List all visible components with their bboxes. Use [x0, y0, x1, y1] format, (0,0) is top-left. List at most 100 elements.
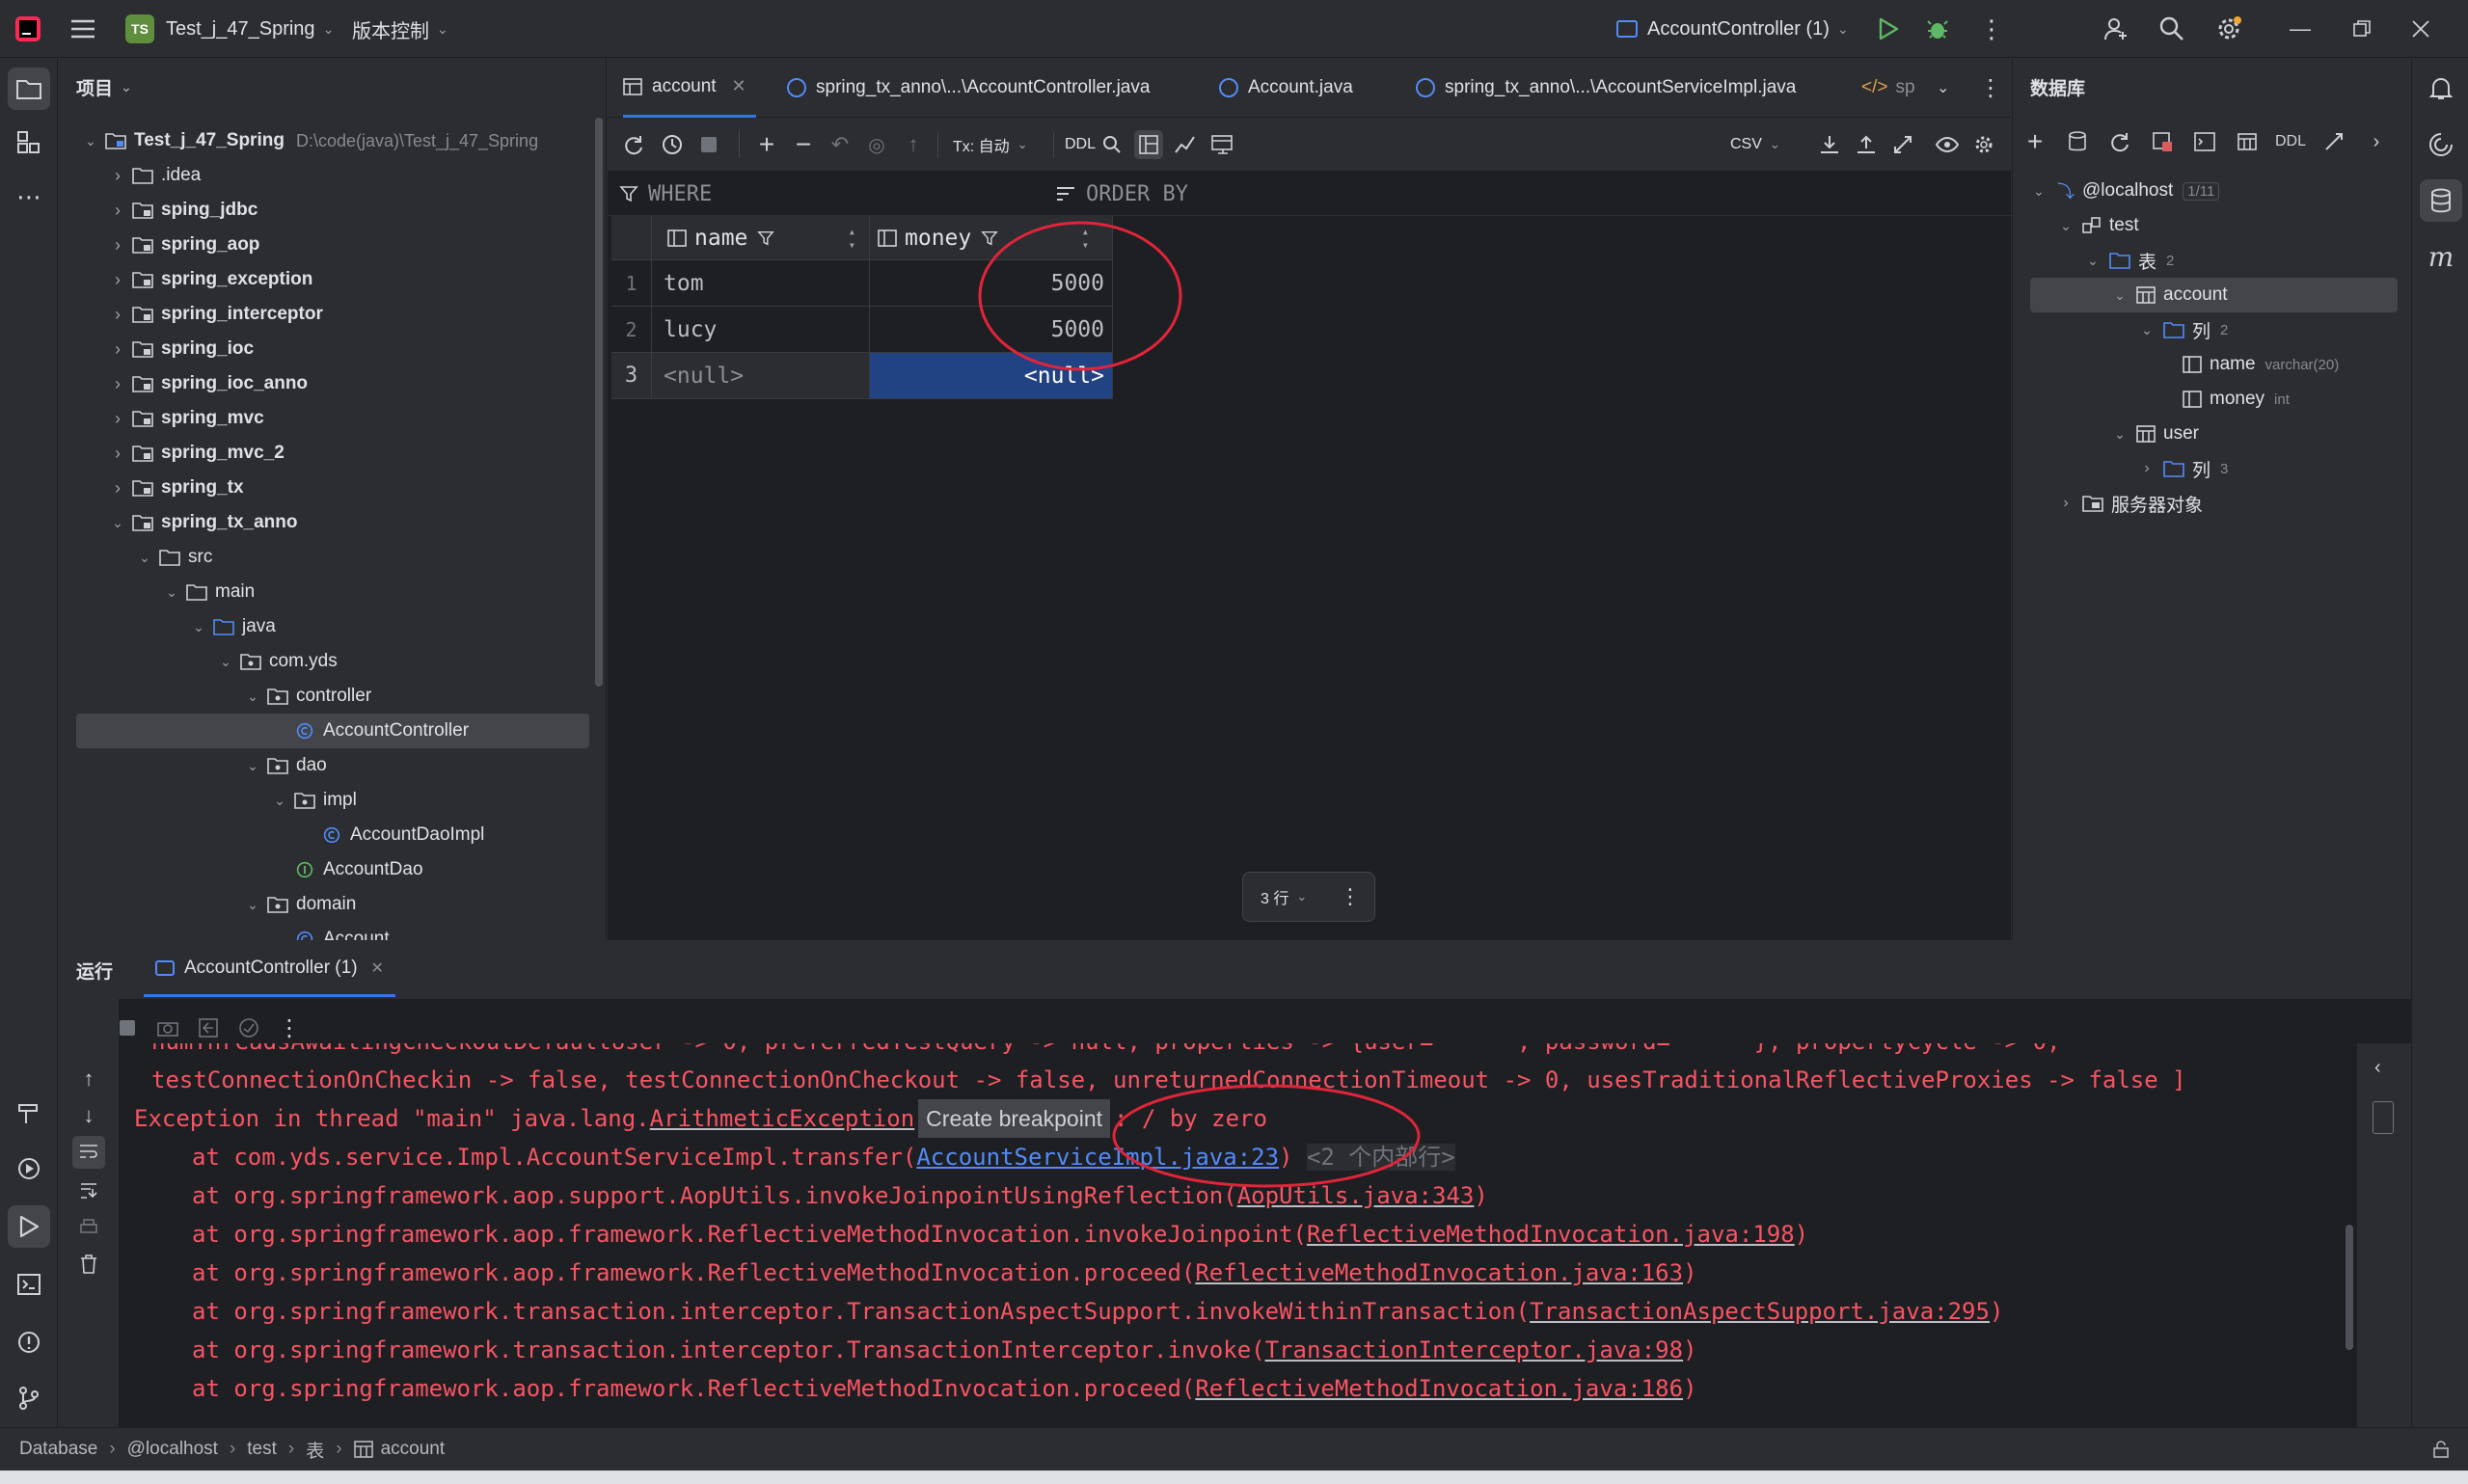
search-icon[interactable] — [1098, 130, 1126, 159]
layout-icon[interactable] — [1207, 130, 1236, 159]
ai-assistant-icon[interactable] — [2420, 123, 2462, 166]
upload-icon[interactable] — [1852, 130, 1881, 159]
run-tab[interactable]: AccountController (1) ✕ — [144, 941, 395, 997]
main-menu-icon[interactable] — [69, 0, 96, 58]
tree-item-controller[interactable]: ⌄ controller — [76, 679, 589, 714]
services-icon[interactable] — [8, 1147, 50, 1190]
chevron-right-icon[interactable]: › — [2362, 127, 2391, 156]
source-link[interactable]: TransactionInterceptor.java:98 — [1265, 1336, 1683, 1363]
tab-list-chevron-icon[interactable]: ⌄ — [1937, 58, 1949, 118]
tx-mode-dropdown[interactable]: Tx: 自动 ⌄ — [953, 118, 1028, 172]
tree-item-idea[interactable]: › .idea — [76, 158, 589, 193]
db-table-user[interactable]: ⌄ user — [2030, 417, 2398, 451]
tree-item-main[interactable]: ⌄ main — [76, 575, 589, 609]
tree-item-impl[interactable]: ⌄ impl — [76, 783, 589, 818]
notifications-icon[interactable] — [2420, 67, 2462, 110]
close-tab-icon[interactable]: ✕ — [732, 76, 746, 96]
breadcrumb-tables[interactable]: 表 — [306, 1437, 324, 1463]
chevron-left-icon[interactable]: ‹ — [2374, 1057, 2381, 1079]
db-tables-folder[interactable]: ⌄ 表 2 — [2030, 243, 2398, 278]
problems-icon[interactable] — [8, 1321, 50, 1363]
restore-layout-icon[interactable] — [194, 1013, 223, 1042]
tree-item-spring-exception[interactable]: › spring_exception — [76, 262, 589, 297]
tab-account-java[interactable]: Account.java — [1219, 58, 1353, 118]
add-row-icon[interactable]: + — [752, 129, 781, 159]
vcs-menu[interactable]: 版本控制 ⌄ — [352, 0, 448, 58]
more-icon[interactable]: ⋮ — [1340, 884, 1361, 909]
print-icon[interactable] — [74, 1213, 103, 1242]
export-format-dropdown[interactable]: CSV ⌄ — [1730, 118, 1780, 172]
filter-icon[interactable] — [757, 229, 775, 247]
ddl-button[interactable]: DDL — [1065, 118, 1096, 172]
cell-name[interactable]: tom — [652, 260, 870, 307]
fold-chevron-icon[interactable]: › — [119, 1138, 120, 1176]
column-header-name[interactable]: name ▴ ▾ — [652, 216, 870, 260]
view-mode-icon[interactable] — [1134, 130, 1163, 159]
tab-account-controller[interactable]: spring_tx_anno\...\AccountController.jav… — [787, 58, 1150, 118]
sort-icon[interactable]: ▴ ▾ — [849, 225, 855, 252]
grid-settings-gear-icon[interactable] — [1969, 130, 1998, 159]
camera-icon[interactable] — [153, 1013, 182, 1042]
revert-icon[interactable]: ↶ — [826, 130, 854, 159]
debug-icon[interactable] — [1925, 0, 1950, 58]
tree-item-account[interactable]: Account — [76, 922, 589, 940]
tree-item-root[interactable]: ⌄ Test_j_47_Spring D:\code(java)\Test_j_… — [76, 123, 589, 158]
build-hammer-icon[interactable] — [8, 1092, 50, 1134]
database-tool-icon[interactable] — [2420, 179, 2462, 222]
minimize-icon[interactable]: — — [2290, 0, 2311, 58]
tab-overflow[interactable]: </> sp — [1861, 58, 1915, 118]
db-column-money[interactable]: money int — [2030, 382, 2398, 417]
order-by-filter[interactable]: ORDER BY — [1055, 172, 1188, 216]
db-user-columns[interactable]: › 列 3 — [2030, 451, 2398, 486]
console-scrollbar[interactable] — [2346, 1225, 2353, 1350]
data-source-icon[interactable] — [2063, 127, 2092, 156]
project-tool-icon[interactable] — [8, 67, 50, 110]
where-filter[interactable]: WHERE — [619, 172, 712, 216]
tree-item-spring-mvc-2[interactable]: › spring_mvc_2 — [76, 436, 589, 471]
close-tab-icon[interactable]: ✕ — [371, 958, 384, 978]
scroll-to-end-icon[interactable] — [74, 1176, 103, 1205]
stop-icon[interactable] — [694, 130, 723, 159]
breadcrumb-host[interactable]: @localhost — [127, 1439, 218, 1460]
maven-icon[interactable]: m — [2420, 235, 2462, 278]
cell-name[interactable]: <null> — [652, 353, 870, 399]
tree-item-com-yds[interactable]: ⌄ com.yds — [76, 644, 589, 679]
soft-wrap-icon[interactable] — [72, 1136, 105, 1169]
chevron-down-icon[interactable]: ⌄ — [1296, 889, 1307, 904]
jump-icon[interactable] — [2319, 127, 2348, 156]
settings-gear-icon[interactable] — [2214, 0, 2243, 58]
tab-account-service-impl[interactable]: spring_tx_anno\...\AccountServiceImpl.ja… — [1416, 58, 1796, 118]
tab-account[interactable]: account ✕ — [623, 58, 756, 118]
tree-item-account-controller[interactable]: AccountController — [76, 714, 589, 748]
tree-item-spring-aop[interactable]: › spring_aop — [76, 228, 589, 262]
console-icon[interactable] — [2190, 127, 2219, 156]
tree-item-src[interactable]: ⌄ src — [76, 540, 589, 575]
source-link[interactable]: ReflectiveMethodInvocation.java:163 — [1195, 1259, 1683, 1286]
db-schema[interactable]: ⌄ test — [2030, 208, 2398, 243]
disconnect-icon[interactable] — [2148, 127, 2177, 156]
submit-icon[interactable]: ↑ — [899, 130, 928, 159]
create-breakpoint-tooltip[interactable]: Create breakpoint — [918, 1099, 1111, 1138]
terminal-icon[interactable] — [8, 1263, 50, 1306]
scroll-up-icon[interactable]: ↑ — [74, 1065, 103, 1093]
source-link[interactable]: ReflectiveMethodInvocation.java:198 — [1307, 1221, 1795, 1248]
restore-window-icon[interactable] — [2353, 0, 2371, 58]
breadcrumb-schema[interactable]: test — [247, 1439, 277, 1460]
history-icon[interactable] — [658, 130, 687, 159]
row-count-label[interactable]: 3 行 — [1261, 885, 1288, 908]
project-panel-header[interactable]: 项目 ⌄ — [76, 58, 132, 116]
project-switcher[interactable]: TS Test_j_47_Spring ⌄ — [125, 0, 334, 58]
cell-name[interactable]: lucy — [652, 307, 870, 353]
tree-item-spring-ioc[interactable]: › spring_ioc — [76, 332, 589, 366]
download-icon[interactable] — [1815, 130, 1844, 159]
project-scrollbar[interactable] — [595, 118, 603, 687]
more-icon[interactable]: ⋮ — [275, 1013, 304, 1042]
app-logo-icon[interactable] — [14, 0, 42, 58]
db-account-columns[interactable]: ⌄ 列 2 — [2030, 312, 2398, 347]
breadcrumb-database[interactable]: Database — [19, 1439, 97, 1460]
tree-item-domain[interactable]: ⌄ domain — [76, 887, 589, 922]
reload-icon[interactable] — [619, 130, 648, 159]
source-link[interactable]: TransactionAspectSupport.java:295 — [1530, 1298, 1990, 1325]
add-icon[interactable]: + — [2021, 126, 2049, 156]
tree-item-account-dao[interactable]: AccountDao — [76, 852, 589, 887]
